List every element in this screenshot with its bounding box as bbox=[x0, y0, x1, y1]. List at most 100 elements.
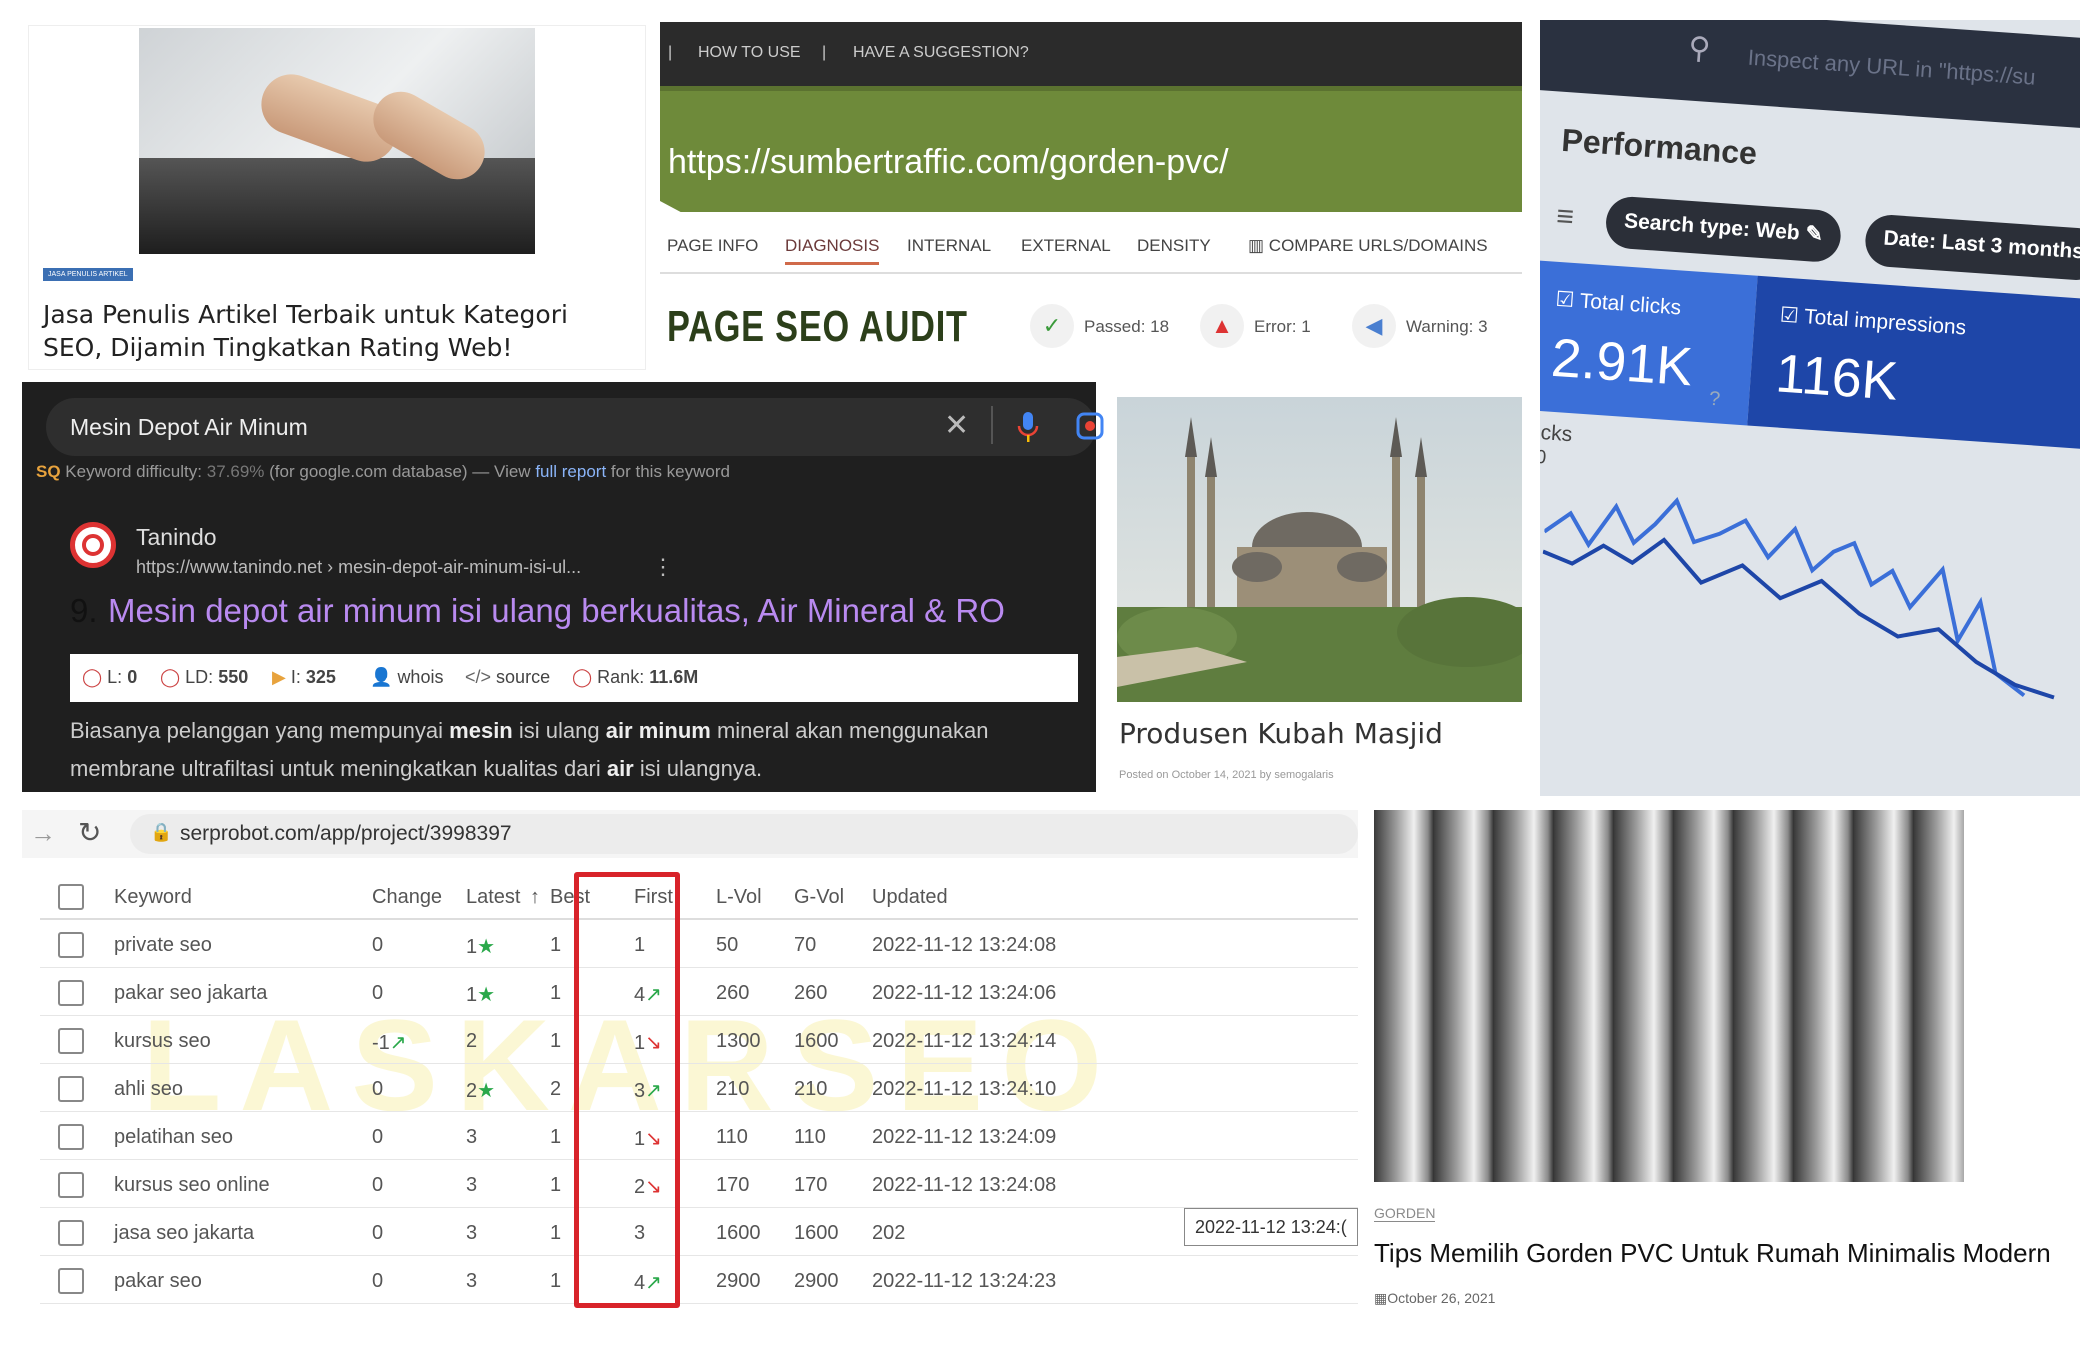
snippet-keyword: air bbox=[606, 756, 634, 781]
article-title[interactable]: Produsen Kubah Masjid bbox=[1119, 717, 1443, 750]
tab-internal[interactable]: INTERNAL bbox=[907, 236, 991, 256]
help-icon[interactable]: ? bbox=[1708, 388, 1721, 412]
cell-text: 2022-11-12 13:24:23 bbox=[872, 1270, 1057, 1292]
search-type-chip[interactable]: Search type: Web ✎ bbox=[1604, 195, 1843, 264]
table-row[interactable]: pakar seo jakarta 0 1★ 1 4↗ 260 260 2022-11-12 … bbox=[40, 968, 1358, 1016]
cell-text: private seo bbox=[114, 934, 212, 956]
tick-120: 120 bbox=[1540, 445, 1547, 469]
full-report-link[interactable]: full report bbox=[535, 462, 606, 481]
search-console-photo: ⚲ Inspect any URL in "https://su Perform… bbox=[1540, 20, 2080, 796]
cell-text: 1 bbox=[550, 1270, 562, 1292]
column-header-latest[interactable]: Latest bbox=[466, 886, 520, 909]
cell-lvol: 2900 bbox=[716, 1270, 761, 1293]
tab-page-info[interactable]: PAGE INFO bbox=[667, 236, 758, 256]
tab-density[interactable]: DENSITY bbox=[1137, 236, 1211, 256]
column-header-gvol[interactable]: G-Vol bbox=[794, 886, 844, 909]
metric-value[interactable]: 550 bbox=[218, 667, 248, 687]
total-clicks-card[interactable]: ☑ Total clicks 2.91K ? bbox=[1540, 260, 1758, 426]
cell-text: 1 bbox=[466, 936, 478, 958]
audited-url[interactable]: https://sumbertraffic.com/gorden-pvc/ bbox=[668, 143, 1229, 182]
column-header-updated[interactable]: Updated bbox=[872, 886, 948, 909]
row-checkbox[interactable] bbox=[58, 980, 84, 1006]
whois-link[interactable]: whois bbox=[397, 667, 443, 687]
microphone-icon[interactable] bbox=[1016, 410, 1040, 444]
cell-lvol: 260 bbox=[716, 982, 749, 1005]
table-row[interactable]: pelatihan seo 0 3 1 1↘ 110 110 2022-11-12 13:24… bbox=[40, 1112, 1358, 1160]
article-card-gorden[interactable]: GORDEN Tips Memilih Gorden PVC Untuk Rum… bbox=[1374, 810, 2084, 1320]
clear-icon[interactable]: ✕ bbox=[944, 408, 969, 443]
article-title[interactable]: Jasa Penulis Artikel Terbaik untuk Kateg… bbox=[43, 298, 633, 364]
tab-diagnosis[interactable]: DIAGNOSIS bbox=[785, 236, 880, 265]
table-row[interactable]: kursus seo online 0 3 1 2↘ 170 170 2022-11-12 1… bbox=[40, 1160, 1358, 1208]
table-row[interactable]: kursus seo -1↗ 2 1 1↘ 1300 1600 2022-11-12 13:2… bbox=[40, 1016, 1358, 1064]
megaphone-icon: ◀ bbox=[1352, 304, 1396, 348]
cell-keyword: kursus seo online bbox=[114, 1174, 270, 1197]
cell-text: 1 bbox=[550, 982, 562, 1004]
cell-updated: 2022-11-12 13:24:23 bbox=[872, 1270, 1056, 1293]
table-row[interactable]: pakar seo 0 3 1 4↗ 2900 2900 2022-11-12 13:24:2… bbox=[40, 1256, 1358, 1304]
article-card-masjid[interactable]: Produsen Kubah Masjid Posted on October … bbox=[1117, 397, 1522, 797]
cell-updated: 2022-11-12 13:24:14 bbox=[872, 1030, 1056, 1053]
sort-arrow-icon[interactable]: ↑ bbox=[530, 886, 540, 909]
more-options-icon[interactable]: ⋮ bbox=[652, 554, 674, 580]
nav-suggestion[interactable]: HAVE A SUGGESTION? bbox=[853, 44, 1029, 62]
cell-text: 2900 bbox=[794, 1270, 839, 1292]
metric-value[interactable]: 11.6M bbox=[649, 667, 698, 687]
row-checkbox[interactable] bbox=[58, 1028, 84, 1054]
forward-arrow-icon[interactable]: → bbox=[30, 818, 56, 849]
row-checkbox[interactable] bbox=[58, 1076, 84, 1102]
date-chip[interactable]: Date: Last 3 months bbox=[1863, 213, 2080, 282]
metric-value[interactable]: 0 bbox=[127, 667, 137, 687]
cell-text: kursus seo online bbox=[114, 1174, 270, 1196]
address-bar[interactable]: 🔒 serprobot.com/app/project/3998397 bbox=[130, 814, 1358, 854]
cell-text: 0 bbox=[372, 1222, 384, 1244]
table-row[interactable]: jasa seo jakarta 0 3 1 3 1600 1600 202 bbox=[40, 1208, 1358, 1256]
site-favicon[interactable] bbox=[70, 522, 116, 568]
result-title-link[interactable]: Mesin depot air minum isi ulang berkuali… bbox=[108, 592, 1005, 630]
latest-column-highlight bbox=[574, 872, 680, 1308]
row-checkbox[interactable] bbox=[58, 1172, 84, 1198]
result-breadcrumb[interactable]: https://www.tanindo.net › mesin-depot-ai… bbox=[136, 557, 581, 578]
kd-suffix: for this keyword bbox=[610, 462, 730, 481]
source-link[interactable]: source bbox=[496, 667, 550, 687]
cell-change: 0 bbox=[372, 1078, 383, 1101]
cell-text: 2022-11-12 13:24:08 bbox=[872, 934, 1057, 956]
site-name[interactable]: Tanindo bbox=[136, 524, 217, 551]
reload-icon[interactable]: ↻ bbox=[78, 816, 101, 849]
cell-text: 110 bbox=[716, 1126, 748, 1148]
cell-text: pelatihan seo bbox=[114, 1126, 233, 1148]
cell-text: 2 bbox=[550, 1078, 562, 1100]
filter-icon[interactable]: ≡ bbox=[1555, 200, 1575, 235]
metric-value[interactable]: 325 bbox=[306, 667, 336, 687]
row-checkbox[interactable] bbox=[58, 932, 84, 958]
total-impressions-card[interactable]: ☑ Total impressions 116K bbox=[1747, 275, 2080, 452]
address-url[interactable]: serprobot.com/app/project/3998397 bbox=[180, 822, 512, 846]
timestamp-tooltip: 2022-11-12 13:24:( bbox=[1184, 1208, 1358, 1246]
camera-lens-icon[interactable] bbox=[1076, 412, 1104, 440]
nav-how-to-use[interactable]: HOW TO USE bbox=[698, 44, 801, 62]
row-checkbox[interactable] bbox=[58, 1220, 84, 1246]
search-query[interactable]: Mesin Depot Air Minum bbox=[70, 414, 308, 441]
result-snippet: Biasanya pelanggan yang mempunyai mesin … bbox=[70, 712, 1080, 788]
article-card-penulis[interactable]: JASA PENULIS ARTIKEL Jasa Penulis Artike… bbox=[28, 25, 646, 370]
column-header-change[interactable]: Change bbox=[372, 886, 442, 909]
search-box[interactable]: Mesin Depot Air Minum ✕ bbox=[46, 398, 1104, 456]
article-title[interactable]: Tips Memilih Gorden PVC Untuk Rumah Mini… bbox=[1374, 1238, 2051, 1269]
table-row[interactable]: private seo 0 1★ 1 1 50 70 2022-11-12 13:24:08 bbox=[40, 920, 1358, 968]
snippet-keyword: mesin bbox=[449, 718, 513, 743]
tab-compare[interactable]: ▥ COMPARE URLS/DOMAINS bbox=[1248, 236, 1488, 256]
select-all-checkbox[interactable] bbox=[58, 884, 84, 910]
inspect-input[interactable]: Inspect any URL in "https://su bbox=[1747, 45, 2036, 91]
star-icon: ★ bbox=[477, 1080, 496, 1102]
column-header-lvol[interactable]: L-Vol bbox=[716, 886, 762, 909]
row-checkbox[interactable] bbox=[58, 1268, 84, 1294]
category-link[interactable]: GORDEN bbox=[1374, 1205, 1436, 1222]
row-checkbox[interactable] bbox=[58, 1124, 84, 1150]
category-badge[interactable]: JASA PENULIS ARTIKEL bbox=[43, 268, 133, 281]
column-header-keyword[interactable]: Keyword bbox=[114, 886, 192, 909]
cell-text: 170 bbox=[794, 1174, 828, 1196]
tab-external[interactable]: EXTERNAL bbox=[1021, 236, 1111, 256]
metric-source: </> source bbox=[465, 667, 550, 688]
cell-latest: 3 bbox=[466, 1174, 477, 1197]
table-row[interactable]: ahli seo 0 2★ 2 3↗ 210 210 2022-11-12 13:24:10 bbox=[40, 1064, 1358, 1112]
